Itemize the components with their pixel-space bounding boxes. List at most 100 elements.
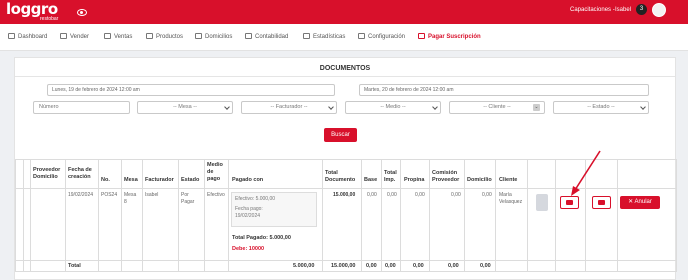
total-propina-sum: 0,00 [413, 263, 424, 269]
date-from-field[interactable]: Lunes, 19 de febrero de 2024 12:00 am [47, 84, 335, 96]
mesa-value: -- Mesa -- [173, 104, 197, 110]
th-comision: Comisión Proveedor [432, 170, 460, 183]
nav-ventas[interactable]: Ventas [104, 33, 132, 40]
th-proveedor: Proveedor Domicilio [33, 167, 61, 180]
medio-select[interactable]: -- Medio -- [345, 101, 441, 114]
main-nav: Dashboard Vender Ventas Productos Domici… [0, 24, 688, 51]
capacitaciones-menu[interactable]: Capacitaciones - [570, 7, 615, 13]
domicilios-icon [195, 33, 202, 39]
nav-productos[interactable]: Productos [146, 33, 183, 40]
pagar-icon [418, 33, 425, 39]
documents-panel: DOCUMENTOS Lunes, 19 de febrero de 2024 … [14, 57, 677, 280]
buscar-button[interactable]: Buscar [324, 128, 357, 142]
facturador-select[interactable]: -- Facturador -- [241, 101, 337, 114]
pago-fecha-label: Fecha pago: [235, 206, 263, 212]
th-no: No. [101, 177, 110, 183]
th-facturador: Facturador [145, 177, 174, 183]
pago-fecha-value: 19/02/2024 [235, 213, 261, 219]
numero-placeholder: Número [39, 104, 59, 110]
th-base: Base [364, 177, 378, 183]
estadisticas-icon [303, 33, 310, 39]
top-bar: loggro restobar Capacitaciones - Isabel … [0, 0, 688, 24]
cell-medio: Efectivo [207, 192, 225, 198]
configuracion-icon [358, 33, 365, 39]
cell-fecha: 19/02/2024 [68, 192, 94, 198]
th-domicilio: Domicilio [467, 177, 492, 183]
vender-icon [60, 33, 67, 39]
nav-label: Productos [156, 34, 184, 40]
cell-total-imp: 0,00 [387, 192, 397, 198]
mesa-select[interactable]: -- Mesa -- [137, 101, 233, 114]
th-propina: Propina [404, 177, 425, 183]
total-domicilio-sum: 0,00 [480, 263, 491, 269]
cell-estado: Por Pagar [181, 192, 195, 205]
th-pagado: Pagado con [232, 177, 264, 183]
nav-label: Domicilios [205, 34, 233, 40]
cell-total-doc: 15.000,00 [333, 192, 356, 198]
nav-dashboard[interactable]: Dashboard [8, 33, 47, 40]
documents-table: Proveedor Domicilio Fecha de creación No. … [15, 159, 677, 280]
nav-label: Ventas [114, 34, 133, 40]
th-medio: Medio de pago [207, 162, 223, 182]
total-comision-sum: 0,00 [448, 263, 459, 269]
estado-value: -- Estado -- [587, 104, 615, 110]
envelope-icon [598, 200, 605, 205]
nav-contabilidad[interactable]: Contabilidad [245, 33, 288, 40]
anular-button[interactable]: ✕ Anular [620, 196, 660, 209]
dashboard-icon [8, 33, 15, 39]
th-mesa: Mesa [124, 177, 138, 183]
notification-badge[interactable]: 3 [636, 4, 647, 15]
cell-propina: 0,00 [415, 192, 425, 198]
nav-configuracion[interactable]: Configuración [358, 33, 405, 40]
print-button[interactable] [560, 196, 579, 209]
total-label: Total [68, 263, 81, 269]
logo-subtitle: restobar [40, 16, 59, 22]
th-cliente: Cliente [499, 177, 518, 183]
cell-mesa: Mesa 8 [124, 192, 137, 205]
total-pagado-sum: 5.000,00 [293, 263, 315, 269]
client-photo [536, 194, 548, 211]
total-pagado: Total Pagado: 5.000,00 [232, 235, 291, 241]
nav-label: Estadísticas [313, 34, 346, 40]
productos-icon [146, 33, 153, 39]
nav-label: Vender [70, 34, 90, 40]
page-title: DOCUMENTOS [319, 65, 371, 72]
cliente-select[interactable]: -- Cliente -- ⌄ [449, 101, 545, 114]
total-base-sum: 0,00 [366, 263, 377, 269]
printer-icon [566, 200, 573, 205]
total-imp-sum: 0,00 [385, 263, 396, 269]
numero-input[interactable]: Número [33, 101, 130, 114]
facturador-value: -- Facturador -- [270, 104, 308, 110]
contabilidad-icon [245, 33, 252, 39]
cell-no: POS24 [101, 192, 118, 198]
nav-label: Pagar Suscripción [428, 34, 481, 40]
cell-cliente: María Velasquez [499, 192, 523, 205]
th-fecha: Fecha de creación [68, 167, 92, 180]
total-doc-sum: 15.000,00 [331, 263, 356, 269]
clear-icon[interactable]: ⌄ [533, 104, 540, 111]
th-total-doc: Total Documento [325, 170, 356, 183]
user-name[interactable]: Isabel [615, 7, 631, 13]
nav-estadisticas[interactable]: Estadísticas [303, 33, 345, 40]
nav-label: Contabilidad [255, 34, 289, 40]
eye-icon[interactable] [77, 9, 87, 16]
cell-domicilio: 0,00 [482, 192, 492, 198]
debe-amount: Debe: 10000 [232, 246, 265, 252]
email-button[interactable] [592, 196, 611, 209]
logo[interactable]: loggro [6, 2, 58, 17]
nav-vender[interactable]: Vender [60, 33, 89, 40]
date-to-field[interactable]: Martes, 20 de febrero de 2024 12:00 am [359, 84, 649, 96]
estado-select[interactable]: -- Estado -- [553, 101, 649, 114]
pago-efectivo: Efectivo: 5.000,00 [235, 196, 276, 202]
th-estado: Estado [181, 177, 200, 183]
nav-label: Configuración [368, 34, 406, 40]
th-total-imp: Total Imp. [384, 170, 397, 183]
pago-detail-box: Efectivo: 5.000,00 Fecha pago: 19/02/202… [231, 192, 317, 227]
divider [15, 76, 675, 77]
cell-base: 0,00 [367, 192, 377, 198]
avatar[interactable] [652, 3, 666, 17]
nav-domicilios[interactable]: Domicilios [195, 33, 232, 40]
ventas-icon [104, 33, 111, 39]
nav-pagar-suscripcion[interactable]: Pagar Suscripción [418, 33, 481, 40]
cliente-value: -- Cliente -- [483, 104, 511, 110]
